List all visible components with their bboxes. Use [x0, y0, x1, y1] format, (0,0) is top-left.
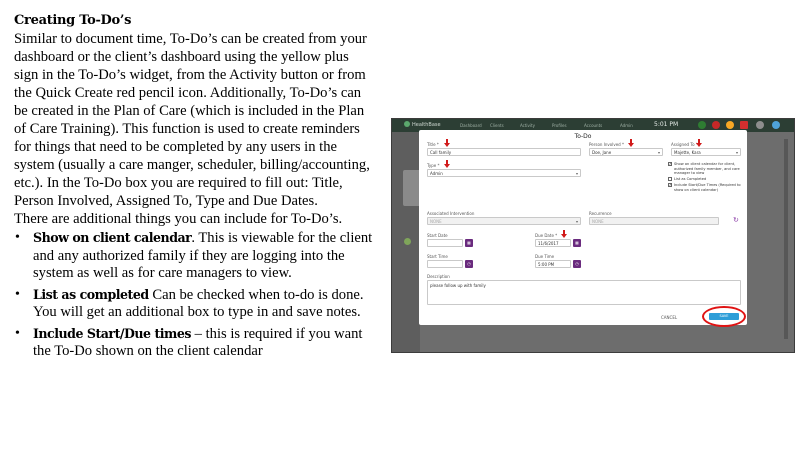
start-date-label: Start Date [427, 233, 448, 238]
due-time-label: Due Time [535, 254, 555, 259]
dimmed-dashboard [392, 132, 421, 352]
start-time-label: Start Time [427, 254, 448, 259]
type-label: Type * [427, 163, 440, 168]
assigned-to-label: Assigned To * [671, 142, 698, 147]
nav-accounts[interactable]: Accounts [584, 123, 602, 128]
instruction-document: Creating To-Do’s Similar to document tim… [14, 12, 376, 364]
title-label: Title * [427, 142, 439, 147]
user-icon[interactable] [698, 121, 706, 129]
nav-activity[interactable]: Activity [520, 123, 535, 128]
chevron-down-icon: ▾ [657, 150, 660, 155]
checkbox-unchecked[interactable] [668, 177, 672, 181]
alert-icon[interactable] [712, 121, 720, 129]
include-times-checkbox[interactable]: ✓ Include Start/Due Times (Required to s… [668, 183, 748, 193]
feature-bullet: Show on client calendar. This is viewabl… [14, 229, 376, 283]
due-date-input[interactable]: 11/6/2017 [535, 239, 571, 247]
due-time-input[interactable]: 5:00 PM [535, 260, 571, 268]
nav-clients[interactable]: Clients [490, 123, 504, 128]
clock-time: 5:01 PM [654, 121, 679, 128]
description-textarea[interactable]: please follow up with family [427, 280, 741, 305]
help-icon[interactable] [756, 121, 764, 129]
recurrence-icon[interactable]: ↻ [733, 217, 739, 224]
settings-icon[interactable] [772, 121, 780, 129]
description-label: Description [427, 274, 450, 279]
bullet-term: Show on client calendar [33, 230, 192, 245]
nav-admin[interactable]: Admin [620, 123, 633, 128]
quick-create-pencil-icon[interactable] [740, 121, 748, 129]
feature-bullet: List as completed Can be checked when to… [14, 286, 376, 322]
bullet-term: List as completed [33, 286, 149, 302]
due-date-label: Due Date * [535, 233, 558, 238]
checkbox-checked[interactable]: ✓ [668, 162, 672, 166]
person-involved-label: Person Involved * [589, 142, 624, 147]
document-paragraph: There are additional things you can incl… [14, 211, 343, 227]
app-screenshot: HealthBase Dashboard Clients Activity Pr… [391, 118, 795, 353]
clock-icon[interactable]: ◷ [465, 260, 473, 268]
recurrence-select[interactable]: NONE [589, 217, 719, 225]
calendar-icon[interactable]: ▦ [573, 239, 581, 247]
document-paragraph: Similar to document time, To-Do’s can be… [14, 31, 370, 209]
clock-icon[interactable]: ◷ [573, 260, 581, 268]
document-title: Creating To-Do’s [14, 13, 132, 28]
todo-dialog: To-Do Title * Call family Person Involve… [419, 130, 748, 327]
list-as-completed-checkbox[interactable]: List as Completed [668, 177, 748, 182]
widget-icon [404, 238, 411, 245]
cancel-button[interactable]: CANCEL [661, 315, 677, 320]
app-logo: HealthBase [404, 121, 441, 128]
type-select[interactable]: Admin ▾ [427, 169, 581, 177]
title-input[interactable]: Call family [427, 148, 581, 156]
bullet-term: Include Start/Due times [33, 325, 192, 341]
chevron-down-icon: ▾ [575, 219, 578, 224]
person-involved-select[interactable]: Doe, Jane ▾ [589, 148, 663, 156]
intervention-label: Associated Intervention [427, 211, 475, 216]
start-time-input[interactable] [427, 260, 463, 268]
chevron-down-icon: ▾ [575, 171, 578, 176]
intervention-select[interactable]: NONE ▾ [427, 217, 581, 225]
highlight-circle [702, 306, 746, 327]
start-date-input[interactable] [427, 239, 463, 247]
plus-icon[interactable] [726, 121, 734, 129]
dimmed-panel [784, 139, 788, 339]
feature-list: Show on client calendar. This is viewabl… [14, 229, 376, 361]
calendar-icon[interactable]: ▦ [465, 239, 473, 247]
show-on-calendar-checkbox[interactable]: ✓ Show on client calendar for client, au… [668, 162, 748, 176]
feature-bullet: Include Start/Due times – this is requir… [14, 325, 376, 361]
nav-dashboard[interactable]: Dashboard [460, 123, 482, 128]
assigned-to-select[interactable]: Majette, Kara ▾ [671, 148, 741, 156]
checkbox-checked[interactable]: ✓ [668, 183, 672, 187]
recurrence-label: Recurrence [589, 211, 612, 216]
nav-profiles[interactable]: Profiles [552, 123, 567, 128]
chevron-down-icon: ▾ [735, 150, 738, 155]
